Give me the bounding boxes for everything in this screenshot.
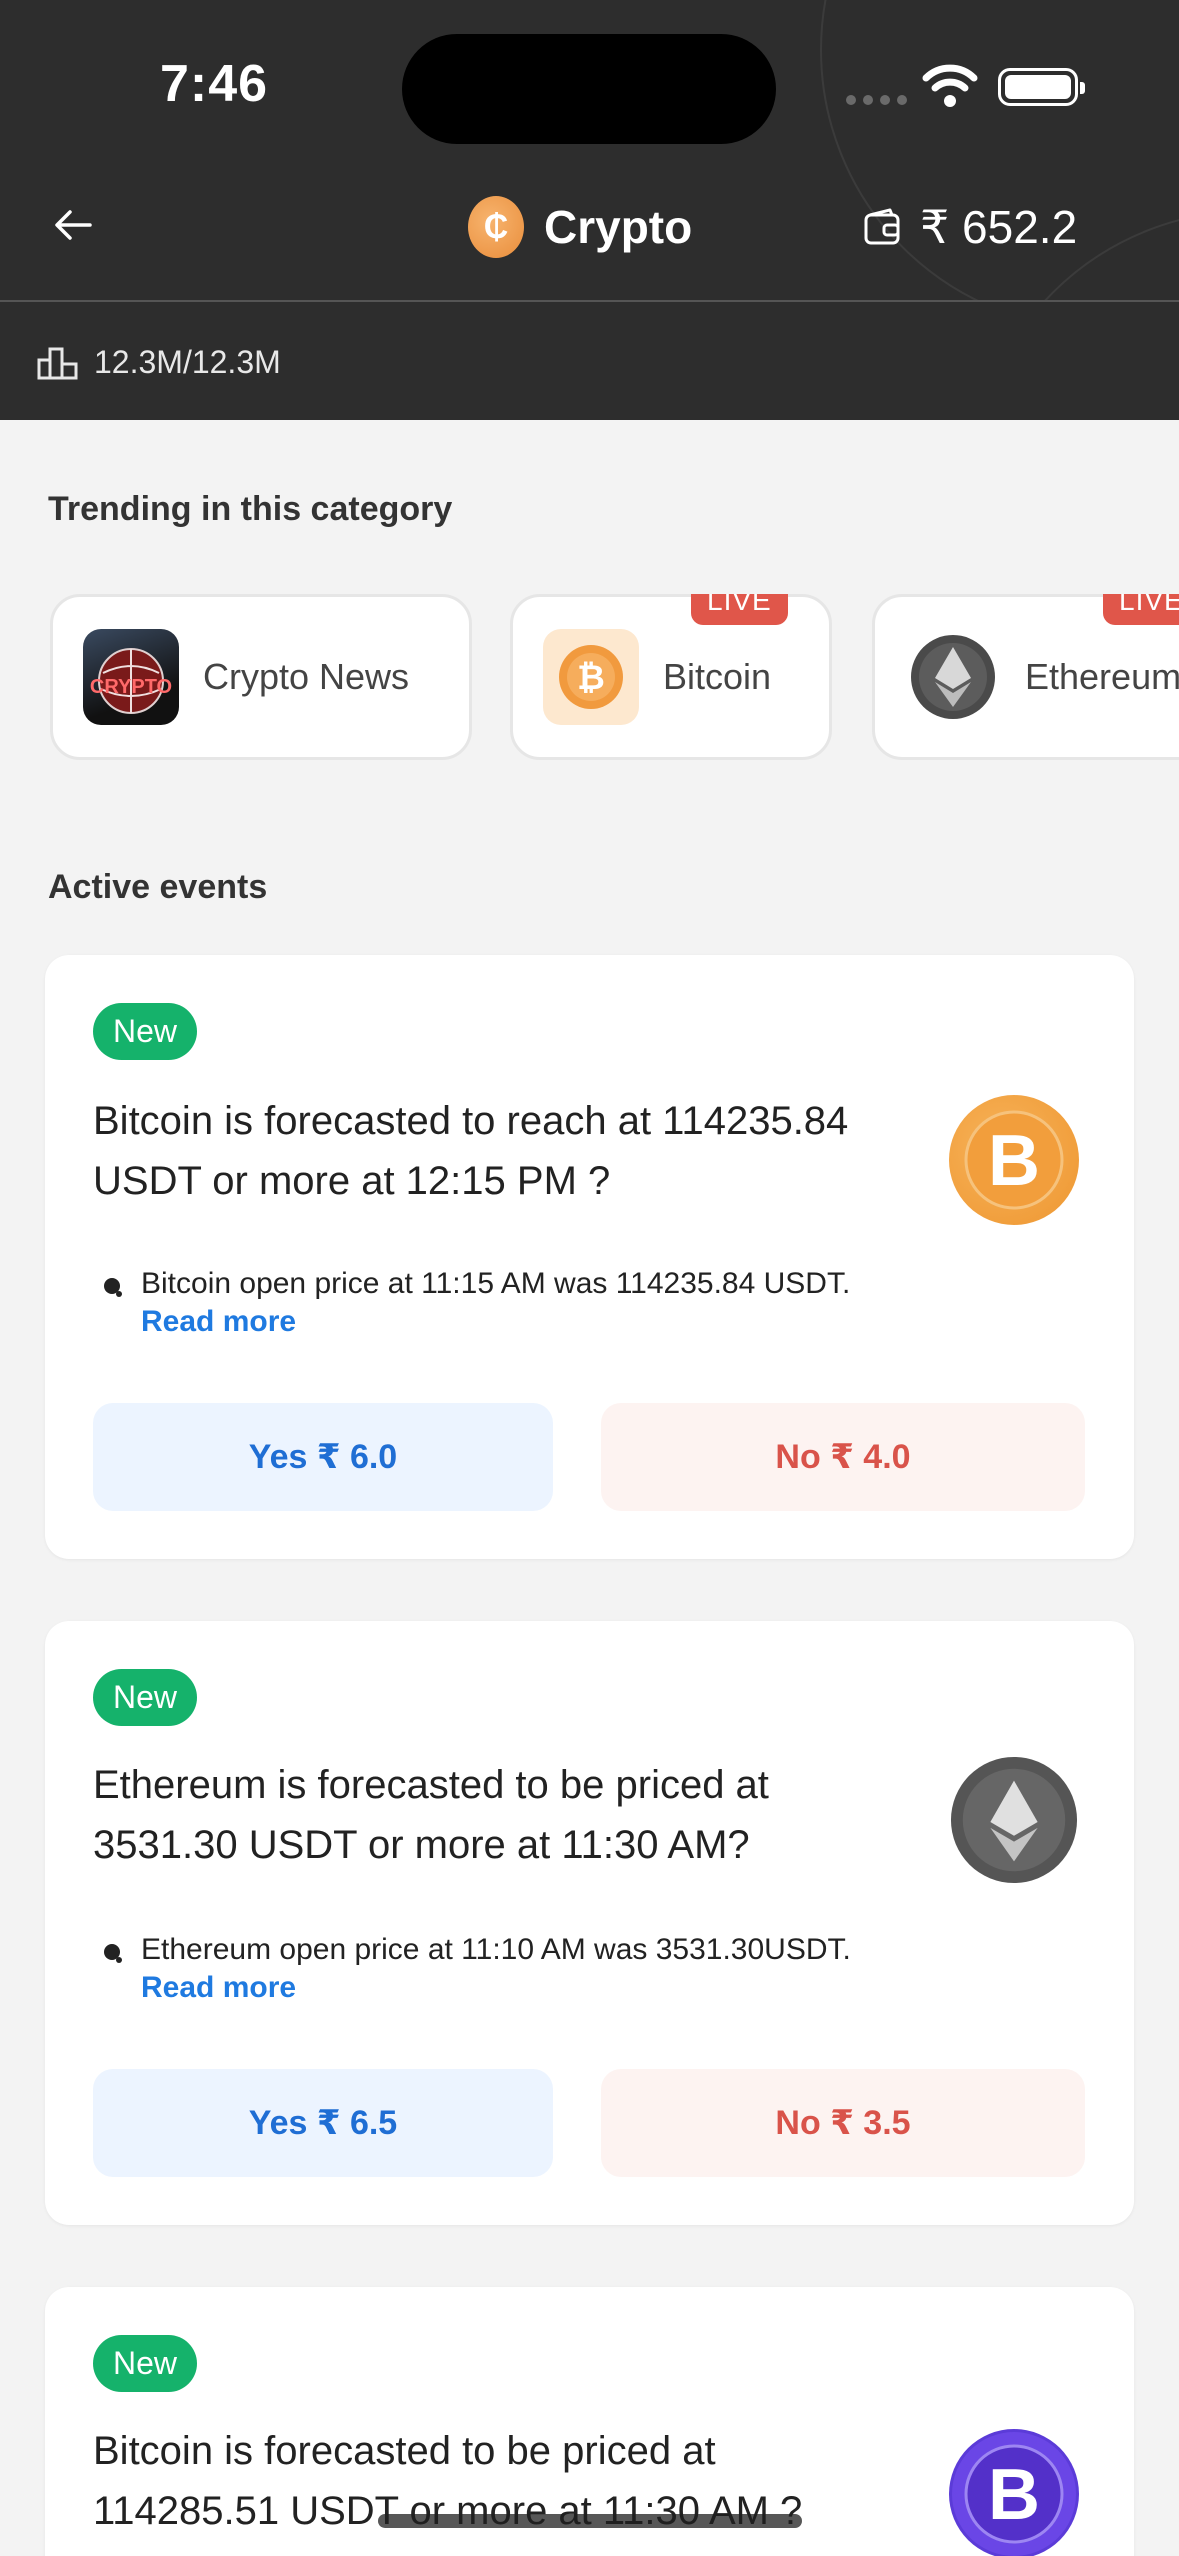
bitcoin-icon: B [949, 2429, 1079, 2556]
bitcoin-icon: B [949, 1095, 1079, 1225]
trending-item-ethereum[interactable]: Ethereum LIVE [872, 594, 1179, 760]
volume-chart-icon [37, 347, 78, 379]
new-badge: New [93, 2335, 198, 2392]
svg-text:B: B [988, 2455, 1040, 2535]
event-info: Ethereum open price at 11:10 AM was 3531… [141, 1931, 1071, 2007]
new-badge: New [93, 1003, 198, 1060]
event-question: Bitcoin is forecasted to reach at 114235… [93, 1099, 849, 1203]
no-button[interactable]: No ₹ 3.5 [601, 2069, 1085, 2177]
page-title: Crypto [544, 201, 693, 253]
bitcoin-thumbnail: ₿ [543, 629, 639, 725]
home-indicator[interactable] [378, 2514, 802, 2528]
ethereum-thumbnail [905, 629, 1001, 725]
trending-item-label: Bitcoin [663, 656, 772, 697]
ethereum-icon [949, 1755, 1079, 1885]
bitcoin-icon: ₿ [559, 645, 623, 709]
ethereum-icon [911, 635, 995, 719]
read-more-link[interactable]: Read more [141, 1303, 1071, 1341]
trending-carousel[interactable]: CRYPTO Crypto News ₿ Bitcoin LIVE Ethere… [48, 594, 1179, 764]
event-info-text: Ethereum open price at 11:10 AM was 3531… [141, 1933, 851, 1966]
crypto-coin-icon: ₵ [468, 196, 524, 258]
volume-info: 12.3M/12.3M [36, 344, 281, 381]
no-button[interactable]: No ₹ 4.0 [601, 1403, 1085, 1511]
trending-item-label: Crypto News [203, 656, 410, 697]
wallet-balance[interactable]: ₹ 652.2 [862, 200, 1077, 254]
wifi-icon [922, 64, 978, 107]
live-badge: LIVE [1103, 594, 1179, 625]
event-card[interactable]: New Bitcoin is forecasted to reach at 11… [45, 955, 1134, 1559]
trending-item-bitcoin[interactable]: ₿ Bitcoin LIVE [510, 594, 832, 760]
event-card[interactable]: New Ethereum is forecasted to be priced … [45, 1621, 1134, 2225]
globe-icon: CRYPTO [90, 648, 172, 714]
event-info: Bitcoin open price at 11:15 AM was 11423… [141, 1265, 1071, 1341]
status-bar: 7:46 [0, 0, 1179, 180]
svg-text:CRYPTO: CRYPTO [90, 676, 172, 698]
status-time: 7:46 [160, 55, 269, 113]
volume-text: 12.3M/12.3M [94, 344, 281, 380]
new-badge: New [93, 1669, 198, 1726]
dynamic-island [402, 34, 776, 144]
live-badge: LIVE [691, 594, 788, 625]
trending-item-crypto-news[interactable]: CRYPTO Crypto News [50, 594, 472, 760]
active-events-title: Active events [48, 868, 268, 906]
svg-text:₿: ₿ [577, 659, 605, 697]
info-bullet-icon [104, 1278, 122, 1297]
wallet-icon [864, 208, 900, 245]
yes-button[interactable]: Yes ₹ 6.0 [93, 1403, 553, 1511]
event-question: Ethereum is forecasted to be priced at 3… [93, 1763, 769, 1867]
info-bullet-icon [104, 1944, 122, 1963]
volume-bar: 12.3M/12.3M [0, 300, 1179, 420]
back-arrow-icon[interactable] [48, 200, 98, 250]
page-title-group: ₵ Crypto [468, 196, 692, 258]
battery-icon [998, 68, 1085, 106]
cellular-signal-icon [846, 95, 907, 105]
read-more-link[interactable]: Read more [141, 1969, 1071, 2007]
event-info-text: Bitcoin open price at 11:15 AM was 11423… [141, 1267, 851, 1300]
trending-item-label: Ethereum [1025, 656, 1179, 697]
app-header: 7:46 ₵ Crypto ₹ 652.2 12.3M/12.3M [0, 0, 1179, 420]
crypto-news-thumbnail: CRYPTO [83, 629, 179, 725]
svg-text:B: B [988, 1121, 1040, 1201]
trending-section-title: Trending in this category [48, 490, 453, 528]
wallet-amount: ₹ 652.2 [920, 201, 1078, 253]
yes-button[interactable]: Yes ₹ 6.5 [93, 2069, 553, 2177]
